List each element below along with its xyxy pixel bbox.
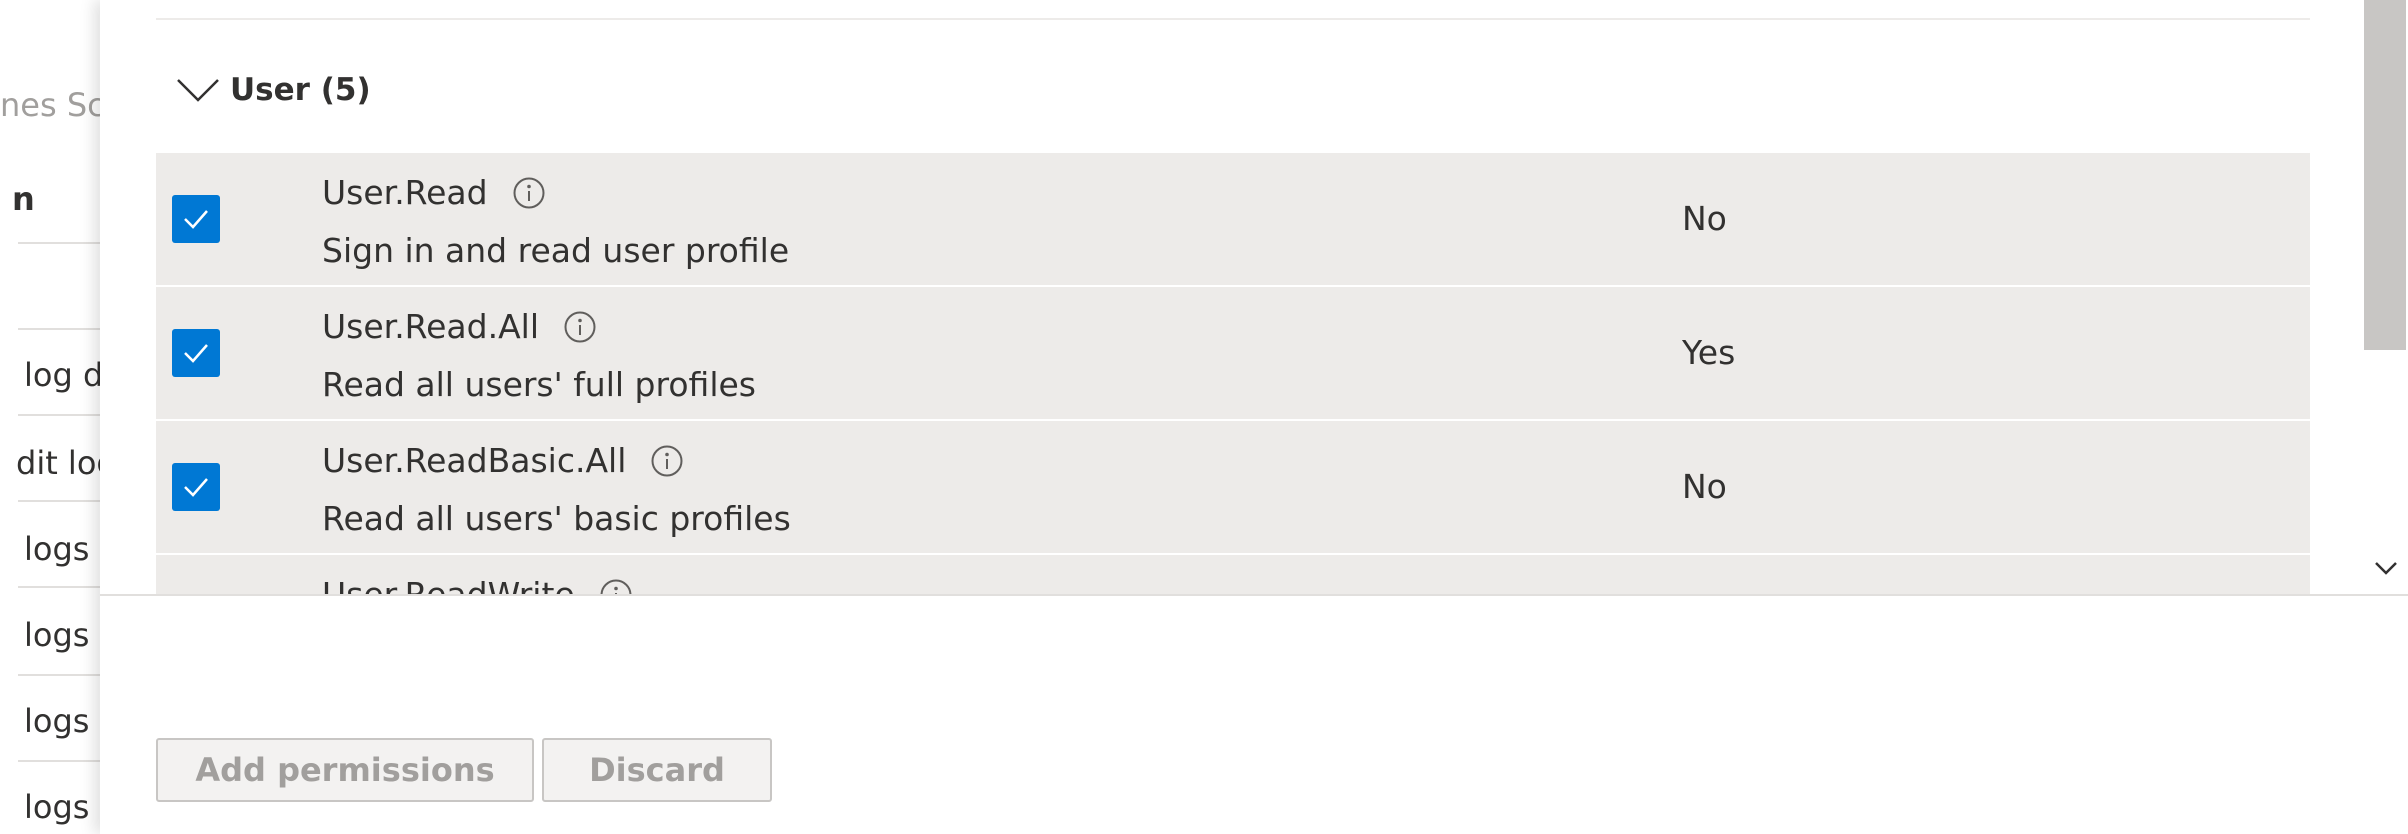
permission-checkbox[interactable] — [172, 463, 220, 511]
chevron-down-icon — [177, 79, 219, 102]
permission-checkbox[interactable] — [172, 329, 220, 377]
permission-name: User.Read.All — [322, 307, 539, 346]
admin-consent-value: Yes — [1682, 333, 1736, 372]
permission-row[interactable]: User.Read.All Read all users' full profi… — [156, 287, 2310, 421]
add-permissions-button[interactable]: Add permissions — [156, 738, 534, 802]
permission-description: Sign in and read user profile — [322, 231, 790, 270]
permissions-scroll-area[interactable]: User (5) User.Read Sign in and read user… — [100, 0, 2408, 594]
permission-group-title: User (5) — [230, 72, 371, 108]
permission-name: User.ReadWrite — [322, 575, 575, 594]
info-icon[interactable] — [563, 310, 597, 344]
request-permissions-panel: User (5) User.Read Sign in and read user… — [100, 0, 2408, 834]
chevron-down-icon[interactable] — [2370, 552, 2402, 584]
checkmark-icon — [184, 478, 208, 497]
permission-list: User.Read Sign in and read user profile … — [156, 153, 2310, 594]
info-icon[interactable] — [599, 578, 633, 595]
permission-name-line: User.ReadWrite — [322, 575, 633, 594]
footer-divider — [100, 594, 2408, 596]
checkmark-icon — [184, 210, 208, 229]
checkmark-icon — [184, 344, 208, 363]
section-divider — [156, 18, 2310, 20]
permission-name-line: User.Read — [322, 173, 546, 212]
info-icon[interactable] — [650, 444, 684, 478]
background-text: n — [12, 180, 35, 218]
permission-name: User.ReadBasic.All — [322, 441, 627, 480]
permission-row[interactable]: User.ReadWrite — [156, 555, 2310, 594]
permission-name-line: User.Read.All — [322, 307, 597, 346]
info-icon[interactable] — [512, 176, 546, 210]
permission-description: Read all users' basic profiles — [322, 499, 791, 538]
permission-row[interactable]: User.ReadBasic.All Read all users' basic… — [156, 421, 2310, 555]
permission-row[interactable]: User.Read Sign in and read user profile … — [156, 153, 2310, 287]
scrollbar-thumb[interactable] — [2364, 0, 2406, 350]
permission-group-header[interactable]: User (5) — [174, 62, 371, 118]
admin-consent-value: No — [1682, 199, 1727, 238]
discard-button[interactable]: Discard — [542, 738, 772, 802]
permission-name: User.Read — [322, 173, 488, 212]
permission-checkbox[interactable] — [172, 195, 220, 243]
background-text: nes Sc — [0, 86, 105, 124]
admin-consent-value: No — [1682, 467, 1727, 506]
permission-name-line: User.ReadBasic.All — [322, 441, 684, 480]
vertical-scrollbar[interactable] — [2362, 0, 2408, 594]
background-list-item[interactable]: log d — [24, 356, 103, 394]
permission-description: Read all users' full profiles — [322, 365, 756, 404]
